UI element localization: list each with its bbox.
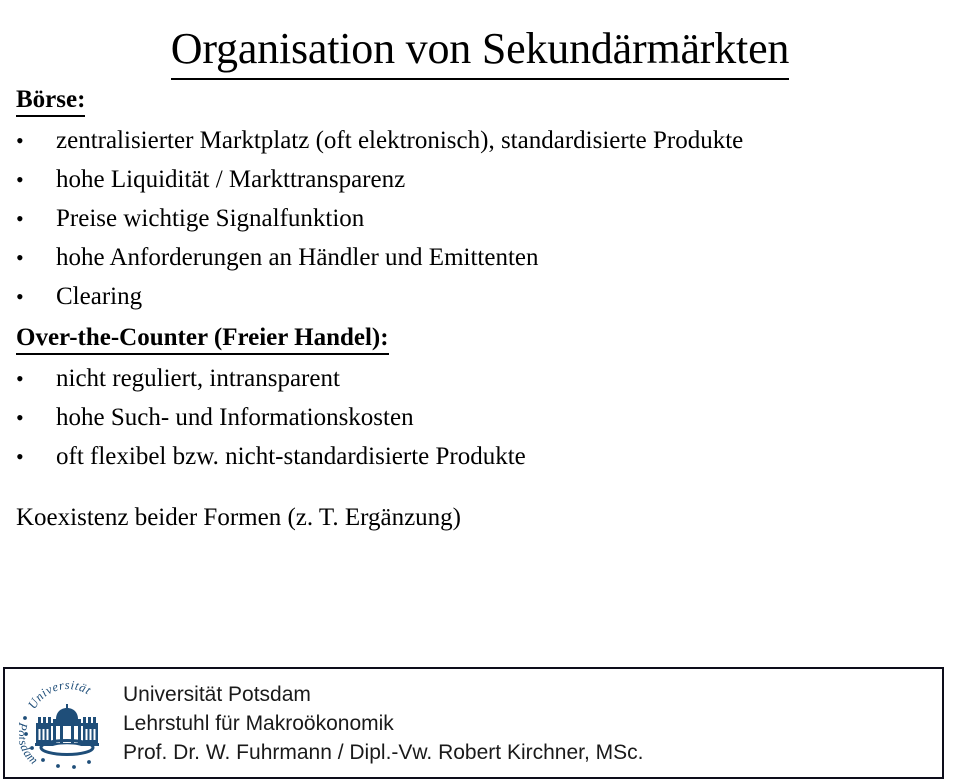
page-title: Organisation von Sekundärmärkten: [0, 21, 960, 81]
section-heading-text: Börse:: [16, 84, 86, 117]
closing-line: Koexistenz beider Formen (z. T. Ergänzun…: [16, 504, 461, 531]
list-item-label: Clearing: [56, 283, 143, 310]
bullet-icon: •: [16, 366, 24, 391]
footer-line-university: Universität Potsdam: [123, 682, 311, 706]
list-item: • nicht reguliert, intransparent: [16, 359, 946, 398]
list-item-label: zentralisierter Marktplatz (oft elektron…: [56, 127, 744, 154]
bullet-icon: •: [16, 245, 24, 270]
list-item: • Clearing: [16, 277, 946, 316]
list-item: • hohe Such- und Informationskosten: [16, 398, 946, 437]
section-otc: Over-the-Counter (Freier Handel): • nich…: [16, 322, 946, 476]
list-item: • hohe Anforderungen an Händler und Emit…: [16, 238, 946, 277]
bullet-icon: •: [16, 167, 24, 192]
footer-content: Universität Potsdam: [5, 669, 644, 777]
bullet-icon: •: [16, 128, 24, 153]
slide-canvas: Organisation von Sekundärmärkten Börse: …: [0, 0, 960, 779]
list-item-label: hohe Such- und Informationskosten: [56, 404, 414, 431]
slide-body: Börse: • zentralisierter Marktplatz (oft…: [16, 84, 946, 537]
list-item: • hohe Liquidität / Markttransparenz: [16, 160, 946, 199]
section-boerse: Börse: • zentralisierter Marktplatz (oft…: [16, 84, 946, 316]
bullet-icon: •: [16, 405, 24, 430]
list-item-label: oft flexibel bzw. nicht-standardisierte …: [56, 443, 526, 470]
bullet-icon: •: [16, 206, 24, 231]
list-item: • Preise wichtige Signalfunktion: [16, 199, 946, 238]
footer-box: Universität Potsdam: [3, 667, 944, 779]
footer-line-chair: Lehrstuhl für Makroökonomik: [123, 711, 394, 735]
section-heading-otc: Over-the-Counter (Freier Handel):: [16, 322, 946, 355]
svg-text:Universität: Universität: [25, 678, 94, 711]
list-item-label: Preise wichtige Signalfunktion: [56, 205, 365, 232]
section-heading-text: Over-the-Counter (Freier Handel):: [16, 322, 389, 355]
list-item-label: hohe Anforderungen an Händler und Emitte…: [56, 244, 539, 271]
footer-text-block: Universität Potsdam Lehrstuhl für Makroö…: [123, 680, 644, 767]
bullet-list-boerse: • zentralisierter Marktplatz (oft elektr…: [16, 121, 946, 316]
list-item: • zentralisierter Marktplatz (oft elektr…: [16, 121, 946, 160]
footer-line-authors: Prof. Dr. W. Fuhrmann / Dipl.-Vw. Robert…: [123, 740, 644, 764]
bullet-icon: •: [16, 284, 24, 309]
section-heading-boerse: Börse:: [16, 84, 946, 117]
bullet-icon: •: [16, 444, 24, 469]
university-potsdam-logo-icon: Universität Potsdam: [19, 674, 115, 772]
list-item: • oft flexibel bzw. nicht-standardisiert…: [16, 437, 946, 476]
list-item-label: nicht reguliert, intransparent: [56, 365, 340, 392]
bullet-list-otc: • nicht reguliert, intransparent • hohe …: [16, 359, 946, 476]
page-title-text: Organisation von Sekundärmärkten: [170, 21, 789, 81]
list-item-label: hohe Liquidität / Markttransparenz: [56, 166, 406, 193]
